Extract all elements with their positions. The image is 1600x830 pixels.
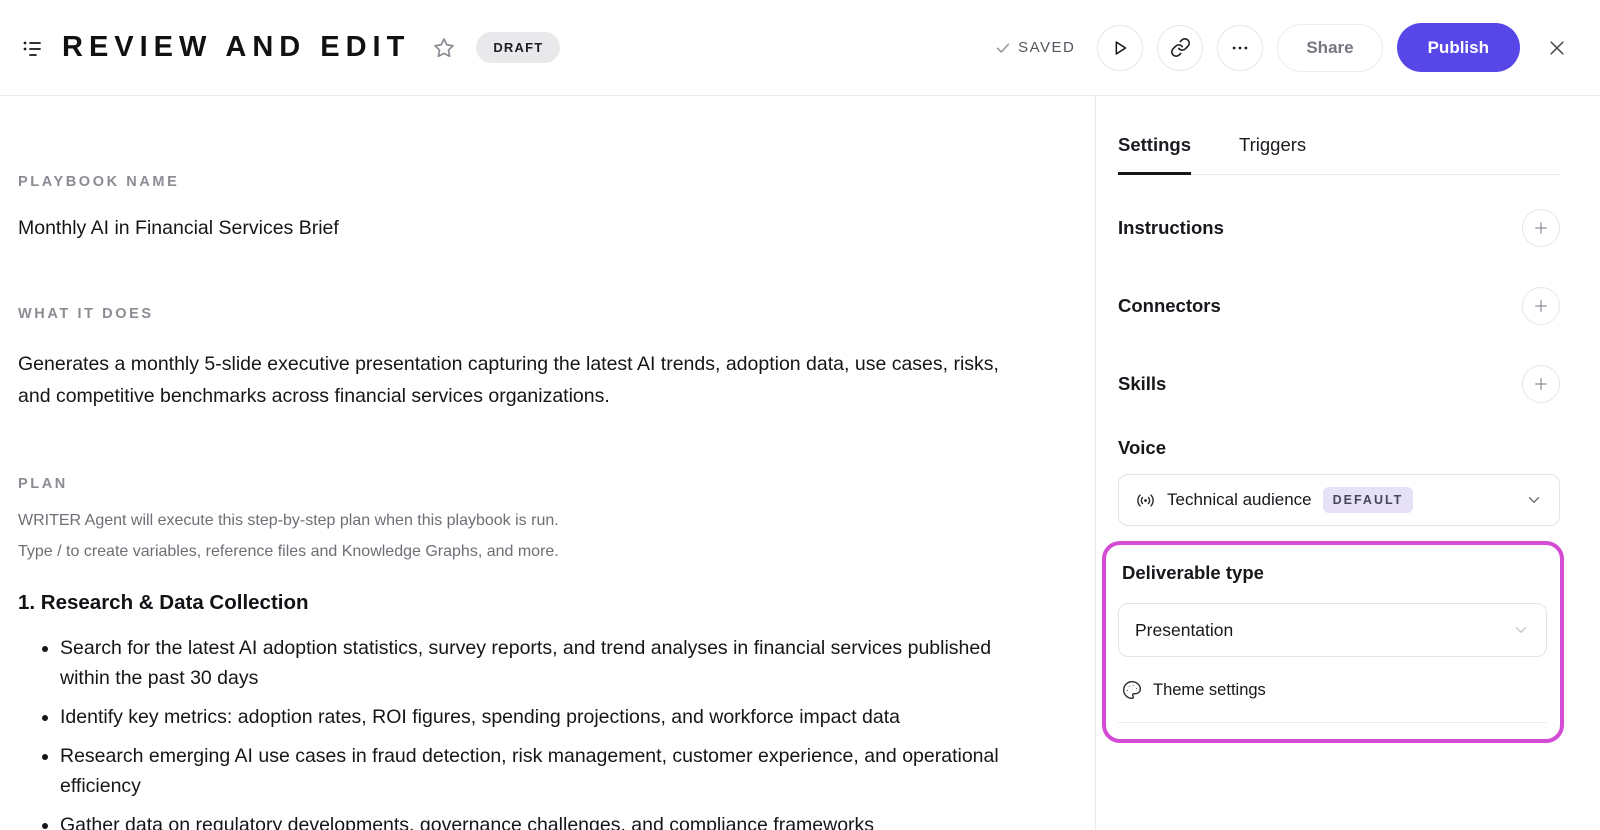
instructions-label: Instructions [1118,217,1224,238]
deliverable-type-dropdown[interactable]: Presentation [1118,603,1547,657]
connectors-label: Connectors [1118,295,1221,316]
what-it-does-text[interactable]: Generates a monthly 5-slide executive pr… [18,348,1011,412]
playbook-editor: PLAYBOOK NAME Monthly AI in Financial Se… [0,96,1096,830]
theme-settings-label: Theme settings [1153,680,1266,699]
playbook-name-value[interactable]: Monthly AI in Financial Services Brief [18,217,1011,240]
close-icon[interactable] [1540,31,1574,65]
copy-link-button[interactable] [1157,24,1204,71]
settings-sidebar: Settings Triggers Instructions Connector… [1096,96,1600,830]
playbook-outline-icon [20,36,44,60]
top-bar: REVIEW AND EDIT DRAFT SAVED Share Publis… [0,0,1600,96]
plan-bullet-list: Search for the latest AI adoption statis… [18,633,1011,830]
voice-value: Technical audience [1167,490,1312,509]
favorite-star-icon[interactable] [432,35,458,61]
plan-bullet[interactable]: Identify key metrics: adoption rates, RO… [60,702,1011,732]
link-icon [1170,38,1190,57]
plus-icon [1535,300,1547,312]
what-it-does-label: WHAT IT DOES [18,306,154,322]
plan-label: PLAN [18,476,68,492]
section-instructions: Instructions [1118,189,1560,267]
plan-hint-1: WRITER Agent will execute this step-by-s… [18,512,559,529]
section-skills: Skills [1118,345,1560,423]
sidebar-tabs: Settings Triggers [1118,96,1560,175]
divider [1118,722,1547,723]
more-options-button[interactable] [1217,24,1264,71]
publish-button[interactable]: Publish [1396,23,1520,72]
deliverable-type-value: Presentation [1135,619,1234,640]
plan-bullet[interactable]: Research emerging AI use cases in fraud … [60,741,1011,801]
section-connectors: Connectors [1118,267,1560,345]
check-icon [996,43,1010,53]
deliverable-type-label: Deliverable type [1122,562,1264,583]
voice-broadcast-icon [1135,490,1156,511]
status-badge: DRAFT [476,32,561,63]
add-connectors-button[interactable] [1522,287,1560,325]
chevron-down-icon [1512,621,1530,639]
play-icon [1115,40,1127,55]
skills-label: Skills [1118,373,1167,394]
plus-icon [1535,222,1547,234]
run-playbook-button[interactable] [1097,24,1144,71]
chevron-down-icon [1525,491,1543,509]
plan-bullet[interactable]: Gather data on regulatory developments, … [60,810,1011,830]
plan-bullet[interactable]: Search for the latest AI adoption statis… [60,633,1011,693]
plus-icon [1535,378,1547,390]
plan-hint-2: Type / to create variables, reference fi… [18,543,559,560]
deliverable-type-highlight: Deliverable type Presentation Theme sett… [1102,541,1564,743]
playbook-name-label: PLAYBOOK NAME [18,174,180,190]
add-instructions-button[interactable] [1522,209,1560,247]
theme-settings-button[interactable]: Theme settings [1118,680,1547,700]
share-button[interactable]: Share [1277,23,1383,72]
plan-section-title[interactable]: 1. Research & Data Collection [18,591,1011,615]
tab-settings[interactable]: Settings [1118,134,1191,175]
voice-dropdown[interactable]: Technical audience DEFAULT [1118,474,1560,526]
palette-icon [1122,680,1142,700]
saved-status: SAVED [995,39,1075,56]
default-badge: DEFAULT [1322,487,1414,513]
page-title: REVIEW AND EDIT [62,31,411,63]
add-skills-button[interactable] [1522,365,1560,403]
tab-triggers[interactable]: Triggers [1239,134,1306,174]
voice-label: Voice [1118,437,1166,458]
ellipsis-icon [1233,46,1248,49]
